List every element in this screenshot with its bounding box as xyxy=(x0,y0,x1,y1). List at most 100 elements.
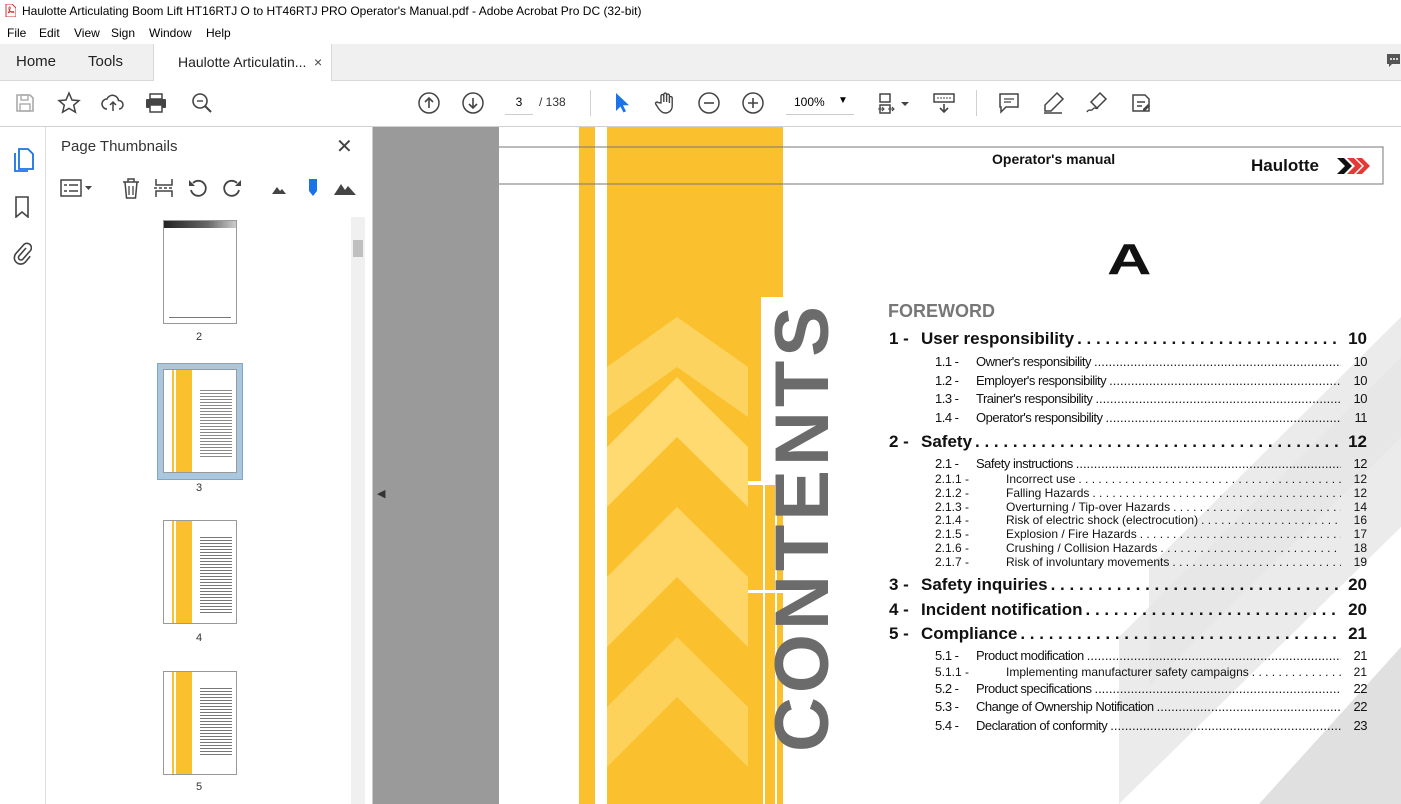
toc-entry-page: 20 xyxy=(1348,575,1367,594)
toc-entry-number: 1.2 - xyxy=(935,373,959,388)
toc-entry[interactable]: 5 - Compliance. . . . . . . . . . . . . .… xyxy=(499,624,1401,645)
toc-entry-page: 12 xyxy=(1353,486,1367,500)
toc-entry-number: 4 - xyxy=(889,600,909,619)
toc-entry-title: Risk of electric shock (electrocution) xyxy=(1006,513,1199,527)
next-page-icon[interactable] xyxy=(461,91,485,115)
toc-entry[interactable]: 2.1 - Safety instructions................… xyxy=(499,456,1401,473)
toc-entry-number: 5.2 - xyxy=(935,681,959,696)
thumbnail-page-selected[interactable] xyxy=(163,369,237,473)
toc-entry[interactable]: 1.1 - Owner's responsibility.............… xyxy=(499,354,1401,371)
bookmarks-icon[interactable] xyxy=(14,196,30,218)
left-navigation-rail xyxy=(0,127,46,804)
toc-entry-page: 21 xyxy=(1353,648,1368,663)
attachments-icon[interactable] xyxy=(12,241,32,265)
select-cursor-icon[interactable] xyxy=(610,91,634,115)
toc-dot-leader: . . . . . . . . . . . . . . . . . . . . … xyxy=(1139,527,1341,541)
toc-entry-page: 10 xyxy=(1353,391,1368,406)
previous-page-icon[interactable] xyxy=(417,91,441,115)
thumbnail-page[interactable] xyxy=(163,220,237,324)
toc-entry[interactable]: 1.2 - Employer's responsibility..........… xyxy=(499,373,1401,390)
toc-entry[interactable]: 5.2 - Product specifications.............… xyxy=(499,681,1401,698)
brand-logo: Haulotte xyxy=(1251,156,1370,176)
thumbnail-page[interactable] xyxy=(163,520,237,624)
panel-title: Page Thumbnails xyxy=(61,138,178,155)
toc-entry[interactable]: 1.4 - Operator's responsibility..........… xyxy=(499,410,1401,427)
thumbnail-options-icon[interactable] xyxy=(60,177,94,199)
page-fit-icon[interactable] xyxy=(876,91,900,115)
toc-entry-number: 2.1.6 - xyxy=(935,541,970,555)
section-letter: A xyxy=(1107,235,1152,284)
toc-entry-number: 1.3 - xyxy=(935,391,959,406)
thumbnail-page-label: 4 xyxy=(195,632,203,644)
zoom-out-icon[interactable] xyxy=(697,91,721,115)
tab-document[interactable]: Haulotte Articulatin... × xyxy=(153,44,332,81)
toc-entry-title: Overturning / Tip-over Hazards xyxy=(1006,500,1171,514)
menu-edit[interactable]: Edit xyxy=(39,26,60,40)
star-bookmark-icon[interactable] xyxy=(57,91,81,115)
comment-panel-icon[interactable] xyxy=(1386,52,1401,70)
page-thumbnails-icon[interactable] xyxy=(11,147,35,173)
print-icon[interactable] xyxy=(144,91,168,115)
menu-help[interactable]: Help xyxy=(206,26,231,40)
draw-sign-icon[interactable] xyxy=(1085,91,1109,115)
rotate-clockwise-icon[interactable] xyxy=(221,177,243,199)
toc-entry-page: 14 xyxy=(1353,500,1367,514)
thumbnail-scrollbar-thumb[interactable] xyxy=(353,240,363,257)
tab-tools[interactable]: Tools xyxy=(88,44,123,80)
search-zoom-icon[interactable] xyxy=(190,91,214,115)
brand-chevrons-icon xyxy=(1337,158,1370,174)
tab-bar: Home Tools Haulotte Articulatin... × xyxy=(0,44,1401,81)
extract-pages-icon[interactable] xyxy=(153,177,175,199)
small-mountain-icon[interactable] xyxy=(269,177,291,199)
zoom-level-select[interactable]: 100% ▼ xyxy=(786,90,854,115)
save-icon[interactable] xyxy=(13,91,37,115)
tab-home[interactable]: Home xyxy=(16,44,56,80)
toc-entry[interactable]: 5.1.1 - Implementing manufacturer safety … xyxy=(499,665,1401,681)
chevron-down-icon: ▼ xyxy=(838,95,848,106)
page-fit-menu-icon[interactable] xyxy=(900,91,910,115)
large-mountain-icon[interactable] xyxy=(334,177,356,199)
comment-icon[interactable] xyxy=(997,91,1021,115)
thumbnail-scrollbar[interactable] xyxy=(351,217,365,804)
toc-dot-leader: . . . . . . . . . . . . . . . . . . . . … xyxy=(1085,600,1342,619)
scroll-mode-icon[interactable] xyxy=(932,91,956,115)
toc-entry-page: 10 xyxy=(1348,329,1367,348)
highlight-pen-icon[interactable] xyxy=(1041,91,1065,115)
toc-entry[interactable]: 5.3 - Change of Ownership Notification...… xyxy=(499,699,1401,716)
toc-entry[interactable]: 1 - User responsibility. . . . . . . . . … xyxy=(499,329,1401,350)
toc-entry-page: 19 xyxy=(1353,555,1367,569)
page-number-input[interactable]: 3 xyxy=(505,90,533,115)
thumbnail-page[interactable] xyxy=(163,671,237,775)
menu-view[interactable]: View xyxy=(74,26,100,40)
zoom-in-icon[interactable] xyxy=(741,91,765,115)
toc-entry-title: User responsibility xyxy=(921,329,1075,348)
toc-entry[interactable]: 4 - Incident notification. . . . . . . . … xyxy=(499,600,1401,621)
menu-window[interactable]: Window xyxy=(149,26,192,40)
upload-share-icon[interactable] xyxy=(101,91,125,115)
toc-entry-title: Change of Ownership Notification xyxy=(976,699,1154,714)
toc-entry[interactable]: 3 - Safety inquiries. . . . . . . . . . .… xyxy=(499,575,1401,596)
document-viewport[interactable]: ◀ CONTENTS Operator's manual Haulotte A … xyxy=(373,127,1401,804)
collapse-panel-icon[interactable]: ◀ xyxy=(377,487,385,500)
rotate-counterclockwise-icon[interactable] xyxy=(187,177,209,199)
toc-entry[interactable]: 2 - Safety. . . . . . . . . . . . . . . .… xyxy=(499,432,1401,453)
toc-entry[interactable]: 5.1 - Product modification...............… xyxy=(499,648,1401,665)
header-title: Operator's manual xyxy=(992,151,1116,167)
toc-entry[interactable]: 5.4 - Declaration of conformity..........… xyxy=(499,718,1401,735)
toc-entry[interactable]: 1.3 - Trainer's responsibility...........… xyxy=(499,391,1401,408)
menu-sign[interactable]: Sign xyxy=(111,26,135,40)
hand-tool-icon[interactable] xyxy=(653,91,677,115)
toc-entry-title: Product modification xyxy=(976,648,1084,663)
trash-icon[interactable] xyxy=(120,177,142,199)
close-icon[interactable]: ✕ xyxy=(336,134,353,159)
tab-close-button[interactable]: × xyxy=(314,44,322,80)
toc-entry-number: 5.1 - xyxy=(935,648,959,663)
thumbnail-size-slider-icon[interactable] xyxy=(302,177,324,199)
stamp-redact-icon[interactable] xyxy=(1129,91,1153,115)
toc-entry-page: 11 xyxy=(1354,410,1368,425)
menu-file[interactable]: File xyxy=(7,26,26,40)
page-thumbnails-panel: Page Thumbnails ✕ 2 3 4 5 xyxy=(46,127,373,804)
window-title: Haulotte Articulating Boom Lift HT16RTJ … xyxy=(22,4,642,18)
toc-entry[interactable]: 2.1.7 - Risk of involuntary movements. . … xyxy=(499,555,1401,571)
toc-entry-title: Explosion / Fire Hazards xyxy=(1006,527,1137,541)
